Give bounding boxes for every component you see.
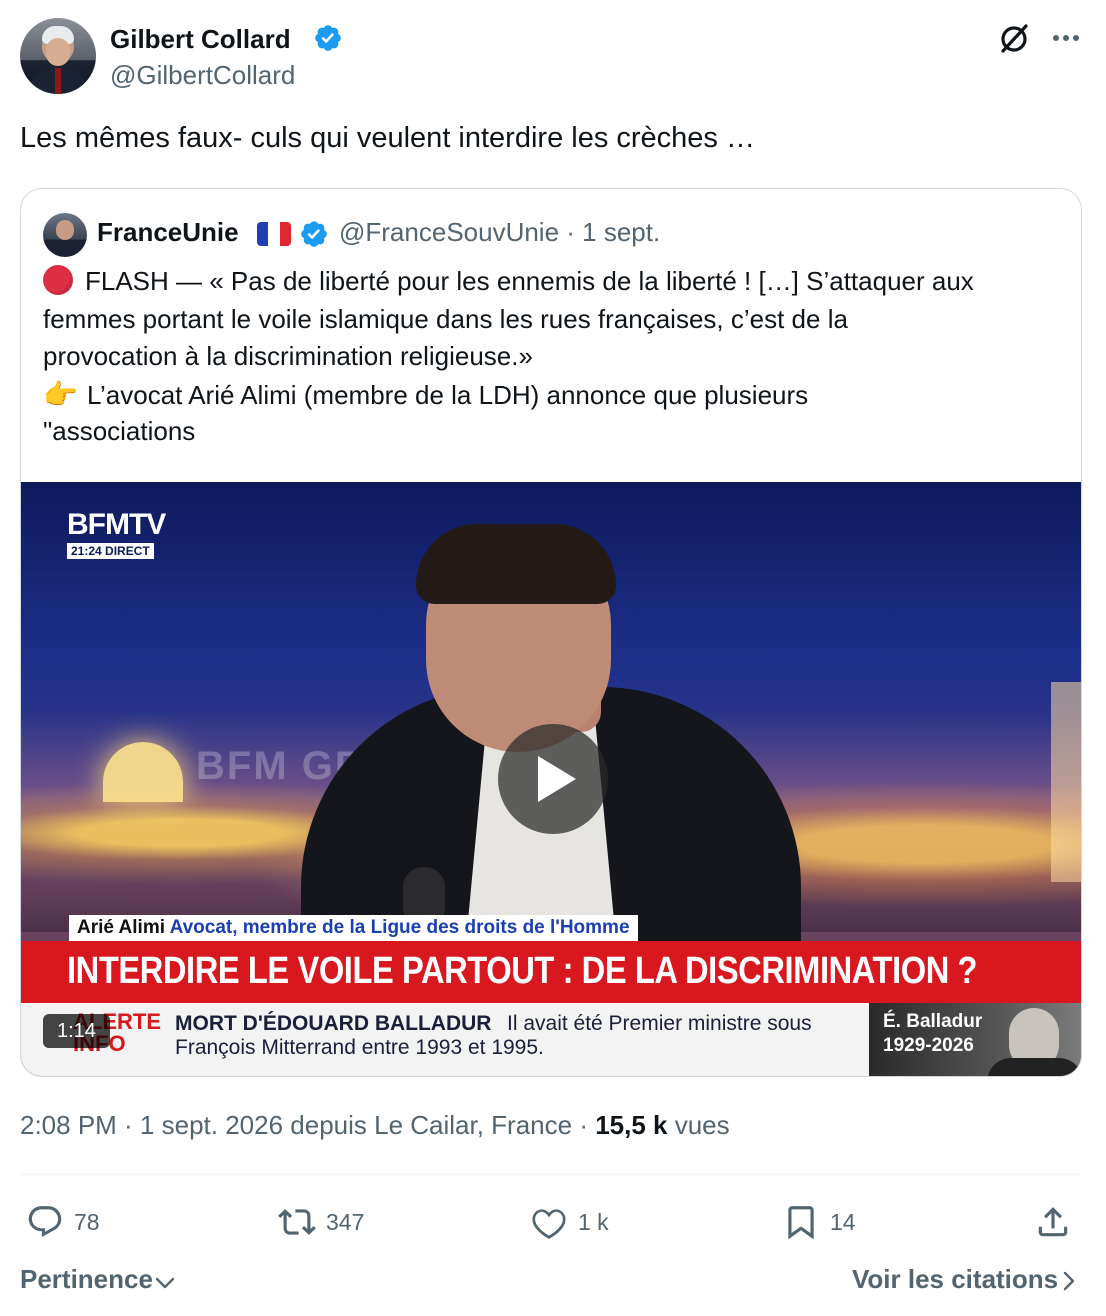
divider: [20, 1174, 1082, 1175]
author-avatar[interactable]: [20, 18, 96, 94]
quoted-author-name[interactable]: FranceUnie: [97, 217, 239, 248]
headline-banner: INTERDIRE LE VOILE PARTOUT : DE LA DISCR…: [21, 941, 1081, 1003]
chevron-right-icon: [1063, 1271, 1075, 1291]
view-quotes-label: Voir les citations: [852, 1264, 1059, 1294]
share-button[interactable]: [1034, 1200, 1072, 1244]
ticker-text: Il avait été Premier ministre sous: [507, 1012, 812, 1035]
portrait-years: 1929-2026: [883, 1035, 974, 1056]
sort-dropdown[interactable]: Pertinence: [20, 1264, 175, 1295]
play-icon: [538, 756, 576, 802]
bookmark-button[interactable]: 14: [782, 1200, 856, 1244]
french-flag-icon: [257, 222, 291, 246]
quoted-line: FLASH — « Pas de liberté pour les ennemi…: [85, 266, 974, 296]
red-circle-icon: [43, 265, 73, 295]
bookmark-count: 14: [830, 1208, 856, 1235]
tower-light: [1051, 682, 1081, 882]
news-ticker: ALERTE INFO MORT D'ÉDOUARD BALLADUR Il a…: [21, 1003, 869, 1076]
view-quotes-link[interactable]: Voir les citations: [852, 1264, 1076, 1295]
chevron-down-icon: [155, 1277, 175, 1289]
repost-count: 347: [326, 1208, 365, 1235]
speaker-hair: [416, 524, 616, 604]
portrait-body: [987, 1058, 1081, 1076]
verified-badge-icon: [315, 25, 341, 51]
reply-button[interactable]: 78: [26, 1200, 100, 1244]
channel-logo-text: BFMTV: [67, 508, 166, 541]
lower-third-title: Avocat, membre de la Ligue des droits de…: [169, 917, 630, 938]
share-icon: [1038, 1207, 1068, 1237]
tweet-meta: 2:08 PM · 1 sept. 2026 depuis Le Cailar,…: [20, 1110, 730, 1141]
channel-logo: BFMTV 21:24 DIRECT: [67, 508, 175, 560]
sort-label: Pertinence: [20, 1264, 153, 1294]
author-handle[interactable]: @GilbertCollard: [110, 60, 295, 91]
action-bar: 78 347 1 k 14: [20, 1196, 1086, 1250]
quoted-line: L’avocat Arié Alimi (membre de la LDH) a…: [87, 379, 809, 410]
quoted-line: provocation à la discrimination religieu…: [43, 341, 533, 371]
repost-button[interactable]: 347: [278, 1200, 364, 1244]
quoted-avatar[interactable]: [43, 213, 87, 257]
live-tag: 21:24 DIRECT: [67, 543, 154, 559]
quoted-handle-date: @FranceSouvUnie · 1 sept.: [339, 217, 661, 247]
reply-count: 78: [74, 1208, 100, 1235]
headline-text: INTERDIRE LE VOILE PARTOUT : DE LA DISCR…: [67, 950, 978, 992]
tweet-header: Gilbert Collard @GilbertCollard: [20, 18, 1086, 96]
reply-icon: [28, 1206, 62, 1238]
views-count: 15,5 k: [595, 1110, 668, 1140]
portrait-name: É. Balladur: [883, 1011, 983, 1032]
verified-badge-icon: [301, 221, 327, 247]
like-count: 1 k: [578, 1208, 609, 1235]
like-button[interactable]: 1 k: [530, 1200, 609, 1244]
ticker-headline: MORT D'ÉDOUARD BALLADUR: [175, 1012, 492, 1035]
quoted-line: "associations: [43, 416, 196, 446]
ticker-text-line2: François Mitterrand entre 1993 et 1995.: [175, 1036, 544, 1059]
tweet-timestamp[interactable]: 2:08 PM · 1 sept. 2026 depuis Le Cailar,…: [20, 1110, 595, 1140]
tweet-text: Les mêmes faux- culs qui veulent interdi…: [20, 122, 755, 154]
play-button[interactable]: [498, 724, 608, 834]
bookmark-icon: [788, 1206, 814, 1240]
video-duration: 1:14: [43, 1014, 110, 1048]
quoted-line: femmes portant le voile islamique dans l…: [43, 303, 848, 334]
heart-icon: [532, 1209, 566, 1239]
quoted-text: FLASH — « Pas de liberté pour les ennemi…: [43, 263, 1063, 451]
more-icon[interactable]: [1048, 22, 1084, 54]
lower-third: Arié Alimi Avocat, membre de la Ligue de…: [69, 915, 638, 941]
pointing-hand-icon: 👉: [43, 378, 78, 410]
views-label: vues: [667, 1110, 730, 1140]
video-player[interactable]: BFM GRA BFMTV 21:24 DIRECT Arié Alimi Av…: [21, 482, 1081, 1076]
grok-icon[interactable]: [996, 20, 1032, 56]
lower-third-name: Arié Alimi: [77, 917, 165, 938]
author-name[interactable]: Gilbert Collard: [110, 24, 291, 55]
quoted-tweet[interactable]: FranceUnie @FranceSouvUnie · 1 sept. FLA…: [20, 188, 1082, 1077]
repost-icon: [278, 1209, 316, 1235]
portrait-panel: É. Balladur 1929-2026: [869, 1003, 1081, 1076]
